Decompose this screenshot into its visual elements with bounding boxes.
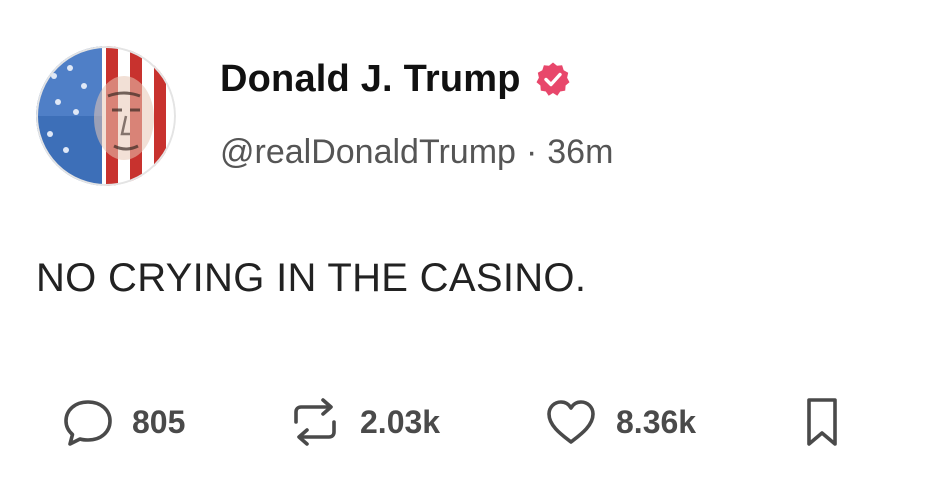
post-text: NO CRYING IN THE CASINO.: [36, 256, 587, 300]
bookmark-button[interactable]: [800, 392, 844, 452]
author-handle[interactable]: @realDonaldTrump: [220, 133, 516, 172]
verified-badge-icon: [536, 62, 570, 96]
like-count: 8.36k: [616, 403, 697, 440]
action-bar: 805 2.03k 8.36k: [60, 392, 880, 452]
heart-icon: [547, 400, 595, 444]
bookmark-icon: [807, 398, 837, 446]
avatar[interactable]: [36, 46, 176, 186]
speech-bubble-icon: [64, 400, 112, 446]
author-name-row: Donald J. Trump: [220, 55, 571, 103]
repost-button[interactable]: 2.03k: [286, 392, 440, 452]
post-card[interactable]: Donald J. Trump @realDonaldTrump · 36m N…: [0, 0, 938, 491]
post-timestamp[interactable]: 36m: [547, 133, 613, 172]
author-meta-row: @realDonaldTrump · 36m: [220, 130, 613, 174]
reply-count: 805: [132, 403, 186, 440]
repost-arrows-icon: [294, 398, 336, 446]
author-display-name[interactable]: Donald J. Trump: [220, 58, 521, 101]
repost-count: 2.03k: [360, 403, 441, 440]
like-button[interactable]: 8.36k: [542, 392, 696, 452]
avatar-image: [36, 46, 176, 186]
reply-button[interactable]: 805: [60, 392, 185, 452]
meta-separator: ·: [525, 132, 538, 171]
